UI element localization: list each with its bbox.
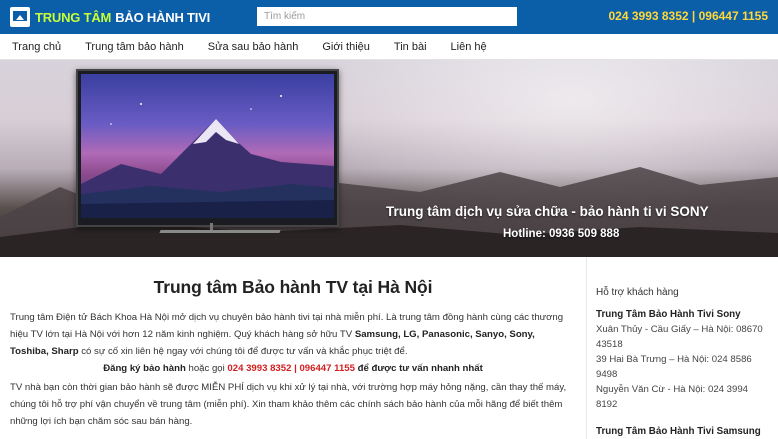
sony-address-2: 39 Hai Bà Trưng – Hà Nội: 024 8586 9498 [596,354,752,380]
support-sidebar: Hỗ trợ khách hàng Trung Tâm Bảo Hành Tiv… [586,257,778,439]
tv-product-image [76,69,339,227]
main-nav: Trang chủ Trung tâm bảo hành Sửa sau bảo… [0,34,778,60]
sidebar-heading: Hỗ trợ khách hàng [596,287,679,298]
sony-center-title[interactable]: Trung Tâm Bảo Hành Tivi Sony [596,309,778,320]
policy-paragraph: TV nhà bạn còn thời gian bảo hành sẽ đượ… [10,382,567,427]
samsung-center-title[interactable]: Trung Tâm Bảo Hành Tivi Samsung [596,426,778,437]
site-logo[interactable]: TRUNG TÂM BẢO HÀNH TIVI [10,6,210,28]
sony-address-3: Nguyễn Văn Cừ - Hà Nội: 024 3994 8192 [596,384,749,410]
banner-hotline[interactable]: Hotline: 0936 509 888 [503,228,619,240]
tv-screen-mountain-image [81,95,334,218]
hero-banner: Trung tâm dịch vụ sửa chữa - bảo hành ti… [0,60,778,257]
logo-text-primary: TRUNG TÂM [35,9,112,25]
nav-item-contact[interactable]: Liên hệ [451,41,487,53]
nav-item-about[interactable]: Giới thiệu [322,41,370,53]
main-content: Trung tâm Bảo hành TV tại Hà Nội Trung t… [0,257,586,439]
sony-address-1: Xuân Thủy - Cầu Giấy – Hà Nội: 08670 435… [596,324,763,350]
logo-text-secondary: BẢO HÀNH TIVI [115,9,211,25]
nav-item-service-center[interactable]: Trung tâm bảo hành [85,41,184,53]
banner-title: Trung tâm dịch vụ sửa chữa - bảo hành ti… [386,204,709,219]
register-line: Đăng ký bảo hành hoặc gọi 024 3993 8352 … [10,363,576,374]
tv-logo-icon [10,7,30,27]
nav-item-news[interactable]: Tin bài [394,41,427,53]
intro-paragraph: Trung tâm Điện tử Bách Khoa Hà Nội mở dị… [10,309,576,360]
page-title: Trung tâm Bảo hành TV tại Hà Nội [153,277,433,297]
register-phone[interactable]: 024 3993 8352 | 096447 1155 [227,363,355,374]
tv-screen [81,74,334,218]
nav-item-home[interactable]: Trang chủ [12,41,61,53]
search-input[interactable] [257,7,517,26]
register-tail: để được tư vấn nhanh nhất [354,363,483,374]
register-warranty-link[interactable]: Đăng ký bảo hành [103,363,186,374]
nav-item-post-warranty[interactable]: Sửa sau bảo hành [208,41,299,53]
tv-stand [159,230,281,233]
intro-tail: có sự cố xin liên hệ ngay với chúng tôi … [78,346,408,357]
header-hotline[interactable]: 024 3993 8352 | 096447 1155 [608,9,768,23]
register-mid: hoặc gọi [185,363,228,374]
top-header: TRUNG TÂM BẢO HÀNH TIVI 024 3993 8352 | … [0,0,778,34]
